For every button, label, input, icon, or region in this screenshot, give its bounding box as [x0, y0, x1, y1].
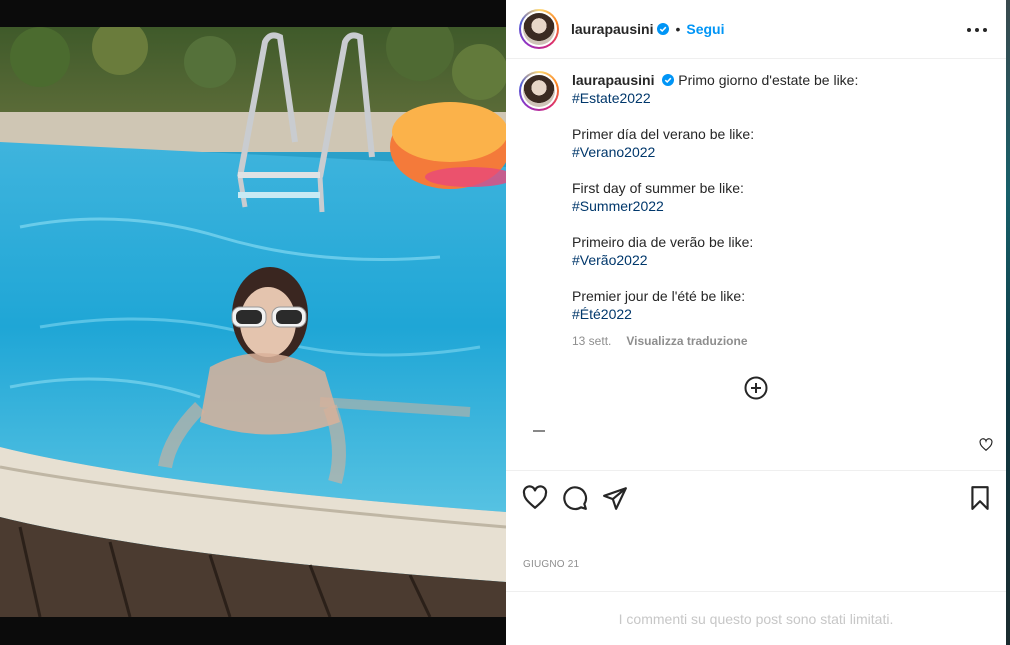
verified-badge-icon	[657, 23, 670, 35]
like-heart-icon[interactable]	[522, 485, 548, 511]
caption-text: laurapausini Primo giorno d'estate be li…	[572, 71, 992, 350]
profile-picture	[523, 13, 555, 45]
hashtag-link[interactable]: #Verano2022	[572, 144, 655, 160]
share-paper-plane-icon[interactable]	[602, 485, 628, 511]
hashtag-link[interactable]: #Été2022	[572, 306, 632, 322]
more-dot-icon	[975, 28, 979, 32]
save-bookmark-icon[interactable]	[967, 485, 993, 511]
comment-bubble-icon[interactable]	[562, 485, 588, 511]
backdrop[interactable]	[0, 617, 506, 645]
pool-photo-illustration	[0, 27, 506, 617]
hashtag-link[interactable]: #Summer2022	[572, 198, 664, 214]
post-details-panel: laurapausini • Segui laurapausini Primo …	[506, 0, 1006, 645]
post-photo[interactable]	[0, 27, 506, 617]
caption-meta: 13 sett. Visualizza traduzione	[572, 332, 992, 350]
post-date[interactable]: GIUGNO 21	[523, 559, 579, 570]
separator-dot: •	[675, 21, 681, 37]
caption-line: Primo giorno d'estate be like:	[678, 72, 859, 88]
hashtag-link[interactable]: #Verão2022	[572, 252, 648, 268]
verified-badge-icon	[662, 74, 675, 86]
caption-username[interactable]: laurapausini	[572, 72, 654, 88]
more-dot-icon	[967, 28, 971, 32]
post-age[interactable]: 13 sett.	[572, 332, 611, 350]
caption-line: Primer día del verano be like:	[572, 126, 755, 142]
action-bar	[506, 470, 1006, 530]
more-dot-icon	[983, 28, 987, 32]
profile-picture	[523, 75, 555, 107]
caption-line: Primeiro dia de verão be like:	[572, 234, 754, 250]
username-link[interactable]: laurapausini	[571, 21, 653, 37]
follow-button[interactable]: Segui	[686, 21, 724, 37]
background-page	[1006, 0, 1010, 645]
more-options-button[interactable]	[967, 20, 987, 40]
translate-button[interactable]: Visualizza traduzione	[626, 332, 747, 350]
load-more-comments-icon[interactable]	[744, 376, 768, 400]
caption: laurapausini Primo giorno d'estate be li…	[519, 71, 999, 350]
hashtag-link[interactable]: #Estate2022	[572, 90, 651, 106]
comment-like-heart-icon[interactable]	[979, 438, 993, 452]
comment-stub	[533, 430, 545, 432]
avatar[interactable]	[519, 9, 559, 49]
caption-line: Premier jour de l'été be like:	[572, 288, 746, 304]
caption-avatar[interactable]	[519, 71, 559, 111]
post-header: laurapausini • Segui	[506, 0, 1006, 59]
comments-limited-notice: I commenti su questo post sono stati lim…	[506, 591, 1006, 645]
caption-line: First day of summer be like:	[572, 180, 744, 196]
instagram-post-modal: laurapausini • Segui laurapausini Primo …	[0, 0, 1010, 645]
backdrop[interactable]	[0, 0, 506, 27]
